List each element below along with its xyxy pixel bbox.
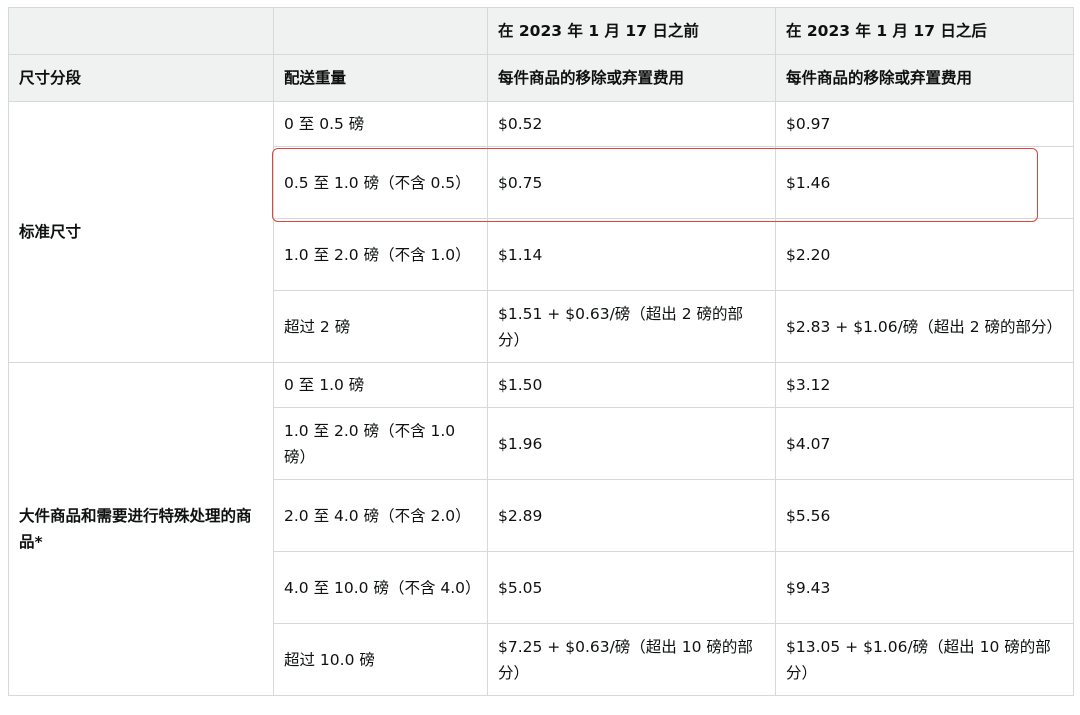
header-before-date: 在 2023 年 1 月 17 日之前 xyxy=(487,7,776,55)
fee-before-cell: $0.52 xyxy=(487,101,776,147)
fee-after-cell: $2.83 + $1.06/磅（超出 2 磅的部分） xyxy=(775,290,1074,363)
weight-cell: 1.0 至 2.0 磅（不含 1.0 磅） xyxy=(273,407,488,480)
fee-after-cell: $2.20 xyxy=(775,218,1074,291)
column-header-row: 尺寸分段 配送重量 每件商品的移除或弃置费用 每件商品的移除或弃置费用 xyxy=(8,54,1074,102)
fee-before-cell: $7.25 + $0.63/磅（超出 10 磅的部分） xyxy=(487,623,776,696)
fee-after-cell: $5.56 xyxy=(775,479,1074,552)
fee-after-cell: $13.05 + $1.06/磅（超出 10 磅的部分） xyxy=(775,623,1074,696)
fee-before-cell: $0.75 xyxy=(487,146,776,219)
fee-before-cell: $1.14 xyxy=(487,218,776,291)
fee-after-cell: $9.43 xyxy=(775,551,1074,624)
size-tier-cell: 大件商品和需要进行特殊处理的商品* xyxy=(8,362,274,696)
weight-cell: 1.0 至 2.0 磅（不含 1.0） xyxy=(273,218,488,291)
empty-header-cell xyxy=(8,7,274,55)
fee-before-cell: $1.50 xyxy=(487,362,776,408)
weight-cell: 超过 10.0 磅 xyxy=(273,623,488,696)
size-tier-cell: 标准尺寸 xyxy=(8,101,274,363)
weight-cell: 2.0 至 4.0 磅（不含 2.0） xyxy=(273,479,488,552)
fee-before-cell: $5.05 xyxy=(487,551,776,624)
fee-after-cell: $0.97 xyxy=(775,101,1074,147)
weight-cell: 0 至 1.0 磅 xyxy=(273,362,488,408)
table-row: 大件商品和需要进行特殊处理的商品* 0 至 1.0 磅 $1.50 $3.12 xyxy=(8,362,1074,696)
fee-after-cell: $1.46 xyxy=(775,146,1074,219)
fee-before-cell: $1.51 + $0.63/磅（超出 2 磅的部分） xyxy=(487,290,776,363)
empty-header-cell xyxy=(273,7,488,55)
weight-cell: 0.5 至 1.0 磅（不含 0.5） xyxy=(273,146,488,219)
header-fee-before: 每件商品的移除或弃置费用 xyxy=(487,54,776,102)
weight-cell: 4.0 至 10.0 磅（不含 4.0） xyxy=(273,551,488,624)
fee-after-cell: $3.12 xyxy=(775,362,1074,408)
fee-before-cell: $2.89 xyxy=(487,479,776,552)
fee-before-cell: $1.96 xyxy=(487,407,776,480)
period-header-row: 在 2023 年 1 月 17 日之前 在 2023 年 1 月 17 日之后 xyxy=(8,7,1074,55)
header-fee-after: 每件商品的移除或弃置费用 xyxy=(775,54,1074,102)
table-row: 标准尺寸 0 至 0.5 磅 $0.52 $0.97 xyxy=(8,101,1074,363)
fee-after-cell: $4.07 xyxy=(775,407,1074,480)
header-after-date: 在 2023 年 1 月 17 日之后 xyxy=(775,7,1074,55)
fee-table: 在 2023 年 1 月 17 日之前 在 2023 年 1 月 17 日之后 … xyxy=(8,7,1074,696)
header-shipping-weight: 配送重量 xyxy=(273,54,488,102)
header-size-tier: 尺寸分段 xyxy=(8,54,274,102)
weight-cell: 0 至 0.5 磅 xyxy=(273,101,488,147)
weight-cell: 超过 2 磅 xyxy=(273,290,488,363)
